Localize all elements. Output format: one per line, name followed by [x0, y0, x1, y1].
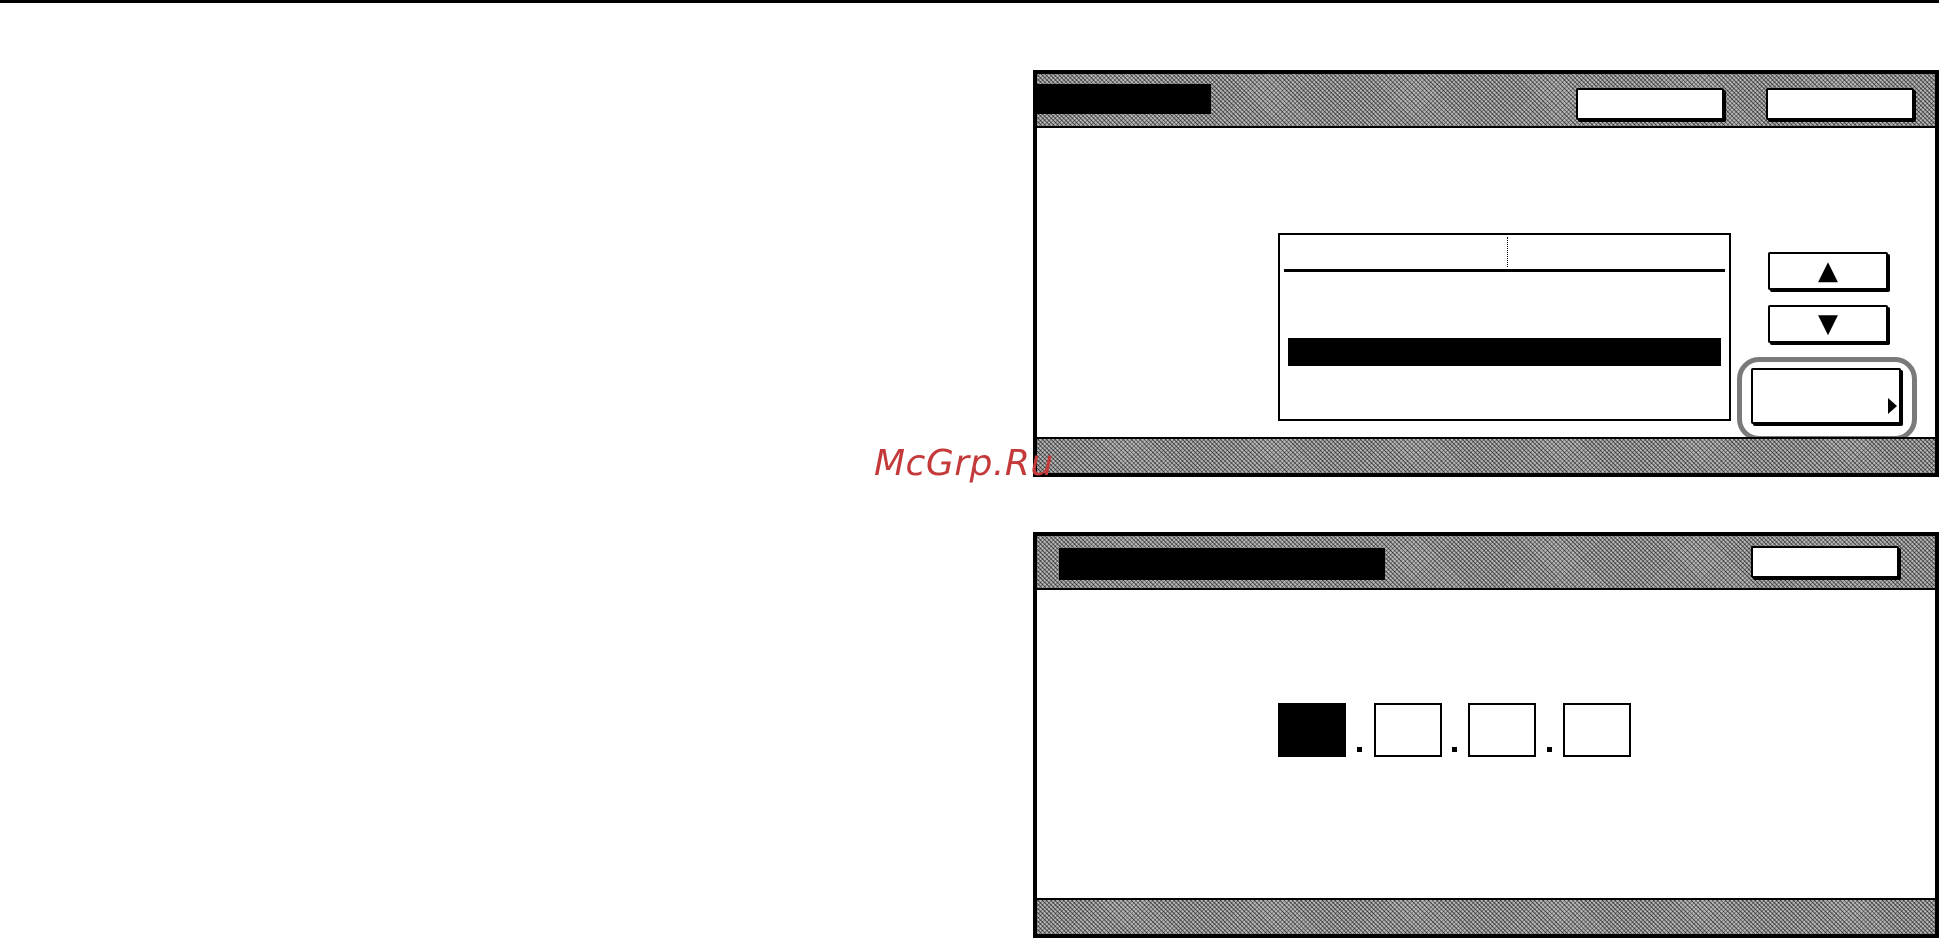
manual-page: ▲ ▼ McGrp.Ru	[0, 0, 1939, 938]
screen2-back-button[interactable]	[1751, 546, 1899, 578]
scroll-up-button[interactable]: ▲	[1768, 252, 1888, 290]
address-list-header	[1284, 235, 1725, 272]
site-watermark: McGrp.Ru	[874, 443, 1054, 484]
change-button[interactable]	[1751, 368, 1901, 424]
ip-octet-1[interactable]	[1278, 703, 1346, 757]
address-list[interactable]	[1278, 233, 1731, 421]
screen2-status-bar	[1037, 898, 1935, 934]
screen2-title-bar	[1037, 536, 1935, 590]
ip-octet-3[interactable]	[1468, 703, 1536, 757]
list-item-selected[interactable]	[1288, 338, 1721, 366]
screen1-back-button[interactable]	[1576, 88, 1724, 120]
list-selection-screen: ▲ ▼	[1033, 70, 1939, 477]
screen1-status-bar	[1037, 437, 1935, 473]
scroll-down-button[interactable]: ▼	[1768, 305, 1888, 343]
submenu-arrow-icon	[1888, 398, 1897, 414]
screen1-title-label	[1037, 84, 1211, 114]
screen2-title-label	[1059, 548, 1385, 580]
ip-octet-4[interactable]	[1563, 703, 1631, 757]
list-item[interactable]	[1288, 293, 1721, 321]
ip-separator	[1452, 747, 1457, 752]
arrow-up-icon: ▲	[1818, 256, 1838, 286]
ip-separator	[1357, 747, 1362, 752]
ip-separator	[1547, 747, 1552, 752]
page-top-rule	[0, 0, 1939, 3]
ip-octet-2[interactable]	[1374, 703, 1442, 757]
list-column-divider	[1507, 237, 1508, 267]
arrow-down-icon: ▼	[1818, 309, 1838, 339]
screen1-close-button[interactable]	[1766, 88, 1914, 120]
screen1-title-bar	[1037, 74, 1935, 128]
ip-address-screen	[1033, 532, 1939, 938]
